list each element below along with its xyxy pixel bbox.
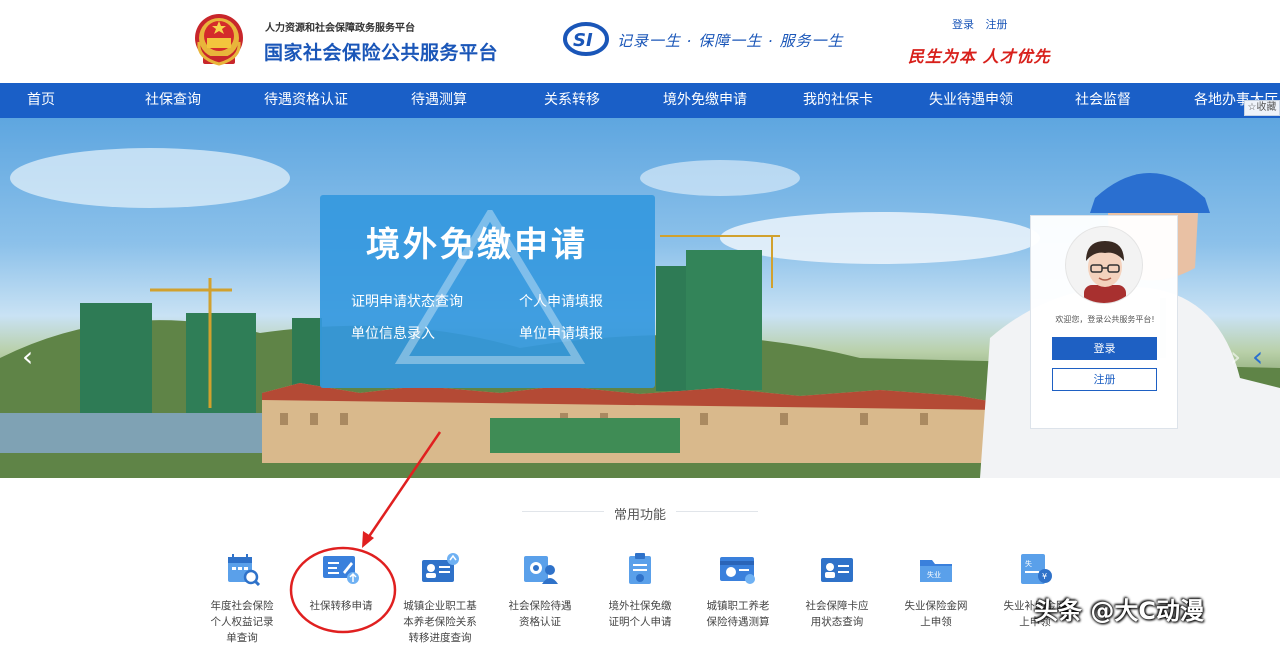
login-link[interactable]: 登录 bbox=[952, 18, 974, 31]
svg-text:¥: ¥ bbox=[1042, 572, 1047, 581]
social-card-icon bbox=[821, 558, 853, 582]
function-pension-transfer-progress[interactable]: 城镇企业职工基 本养老保险关系 转移进度查询 bbox=[394, 552, 486, 647]
avatar bbox=[1065, 226, 1143, 304]
label-line: 失业保险金网 bbox=[904, 600, 968, 612]
user-avatar-icon bbox=[1084, 241, 1126, 303]
function-pension-benefit-calculation[interactable]: 城镇职工养老 保险待遇测算 bbox=[692, 552, 784, 647]
calculator-card-icon bbox=[720, 557, 755, 584]
label-line: 社会保险待遇 bbox=[508, 600, 572, 612]
label-line: 社保转移申请 bbox=[309, 600, 373, 612]
welcome-text: 欢迎您，登录公共服务平台! bbox=[1055, 315, 1155, 324]
watermark-text: 头条 @大C动漫 bbox=[1034, 597, 1204, 625]
clipboard-icon bbox=[629, 553, 651, 584]
label-line: 城镇企业职工基 bbox=[403, 600, 477, 612]
nav-benefit-certification[interactable]: 待遇资格认证 bbox=[264, 83, 348, 118]
nav-relationship-transfer[interactable]: 关系转移 bbox=[544, 83, 600, 118]
function-annual-rights-record[interactable]: 年度社会保险 个人权益记录 单查询 bbox=[196, 552, 288, 647]
label-line: 转移进度查询 bbox=[408, 632, 472, 644]
hero-banner: 境外免缴申请 证明申请状态查询 个人申请填报 单位信息录入 单位申请填报 ‹ ‹… bbox=[0, 118, 1280, 478]
function-label: 城镇职工养老 保险待遇测算 bbox=[692, 598, 784, 630]
site-subtitle: 人力资源和社会保障政务服务平台 bbox=[265, 23, 415, 34]
function-unemployment-benefit-online[interactable]: 失业 失业保险金网 上申领 bbox=[890, 552, 982, 647]
personal-application-link[interactable]: 个人申请填报 bbox=[519, 291, 603, 311]
nav-home[interactable]: 首页 bbox=[27, 83, 55, 118]
label-line: 资格认证 bbox=[519, 616, 561, 628]
top-links: 登录 注册 bbox=[952, 16, 1016, 32]
calendar-search-icon bbox=[228, 554, 261, 586]
svg-text:SI: SI bbox=[573, 30, 593, 51]
unit-info-entry-link[interactable]: 单位信息录入 bbox=[351, 323, 435, 343]
banner-prev-arrow-icon[interactable]: ‹ bbox=[22, 343, 33, 371]
nav-insurance-query[interactable]: 社保查询 bbox=[145, 83, 201, 118]
svg-text:失: 失 bbox=[1025, 559, 1032, 568]
function-social-card-status[interactable]: 社会保障卡应 用状态查询 bbox=[791, 552, 883, 647]
favorite-label: 收藏 bbox=[1256, 102, 1277, 113]
nav-social-supervision[interactable]: 社会监督 bbox=[1075, 83, 1131, 118]
function-label: 社会保障卡应 用状态查询 bbox=[791, 598, 883, 630]
login-button[interactable]: 登录 bbox=[1052, 337, 1157, 360]
function-label: 社会保险待遇 资格认证 bbox=[494, 598, 586, 630]
function-label: 失业保险金网 上申领 bbox=[890, 598, 982, 630]
unit-application-link[interactable]: 单位申请填报 bbox=[519, 323, 603, 343]
svg-text:失业: 失业 bbox=[927, 570, 941, 579]
motto: 民生为本 人才优先 bbox=[908, 47, 1051, 66]
promo-title: 境外免缴申请 bbox=[366, 225, 588, 265]
function-label: 城镇企业职工基 本养老保险关系 转移进度查询 bbox=[394, 598, 486, 646]
label-line: 城镇职工养老 bbox=[706, 600, 770, 612]
label-line: 保险待遇测算 bbox=[706, 616, 770, 628]
nav-benefit-calculation[interactable]: 待遇测算 bbox=[411, 83, 467, 118]
function-social-insurance-transfer[interactable]: 社保转移申请 bbox=[295, 552, 387, 647]
login-card: 欢迎您，登录公共服务平台! 登录 注册 bbox=[1030, 215, 1178, 429]
section-title: 常用功能 bbox=[613, 508, 666, 523]
transfer-card-icon bbox=[323, 556, 359, 584]
label-line: 个人权益记录 bbox=[210, 616, 274, 628]
label-line: 社会保障卡应 bbox=[805, 600, 869, 612]
label-line: 用状态查询 bbox=[810, 616, 864, 628]
function-label: 社保转移申请 bbox=[295, 598, 387, 614]
function-label: 年度社会保险 个人权益记录 单查询 bbox=[196, 598, 288, 646]
nav-my-social-card[interactable]: 我的社保卡 bbox=[803, 83, 873, 118]
unemployment-folder-icon: 失业 bbox=[920, 560, 952, 582]
slogan: 记录一生 · 保障一生 · 服务一生 bbox=[617, 32, 844, 50]
main-nav: 首页 社保查询 待遇资格认证 待遇测算 关系转移 境外免缴申请 我的社保卡 失业… bbox=[0, 83, 1280, 118]
function-label: 境外社保免缴 证明个人申请 bbox=[594, 598, 686, 630]
register-link[interactable]: 注册 bbox=[986, 18, 1008, 31]
nav-overseas-exemption[interactable]: 境外免缴申请 bbox=[663, 83, 747, 118]
label-line: 上申领 bbox=[920, 616, 952, 628]
site-title[interactable]: 国家社会保险公共服务平台 bbox=[264, 38, 498, 65]
banner-next-chevron-icon[interactable]: › bbox=[1230, 343, 1241, 371]
subsidy-doc-icon: 失 ¥ bbox=[1021, 554, 1052, 584]
national-emblem-icon bbox=[195, 14, 243, 66]
function-benefit-qualification[interactable]: 社会保险待遇 资格认证 bbox=[494, 552, 586, 647]
banner-next-arrow-icon[interactable]: ‹ bbox=[1252, 343, 1263, 371]
function-overseas-exemption-personal[interactable]: 境外社保免缴 证明个人申请 bbox=[594, 552, 686, 647]
label-line: 本养老保险关系 bbox=[403, 616, 477, 628]
id-card-transfer-icon bbox=[422, 553, 459, 582]
register-button[interactable]: 注册 bbox=[1052, 368, 1157, 391]
nav-unemployment-claim[interactable]: 失业待遇申领 bbox=[929, 83, 1013, 118]
label-line: 境外社保免缴 bbox=[608, 600, 672, 612]
label-line: 年度社会保险 bbox=[210, 600, 274, 612]
favorite-button[interactable]: ☆收藏 bbox=[1244, 100, 1280, 116]
overseas-exemption-promo[interactable]: 境外免缴申请 证明申请状态查询 个人申请填报 单位信息录入 单位申请填报 bbox=[320, 195, 655, 388]
label-line: 证明个人申请 bbox=[608, 616, 672, 628]
certificate-status-query-link[interactable]: 证明申请状态查询 bbox=[351, 291, 463, 311]
social-insurance-logo-icon: SI bbox=[563, 22, 609, 56]
site-header: 人力资源和社会保障政务服务平台 国家社会保险公共服务平台 SI 记录一生 · 保… bbox=[0, 0, 1280, 83]
label-line: 单查询 bbox=[226, 632, 258, 644]
person-badge-icon bbox=[524, 556, 558, 584]
